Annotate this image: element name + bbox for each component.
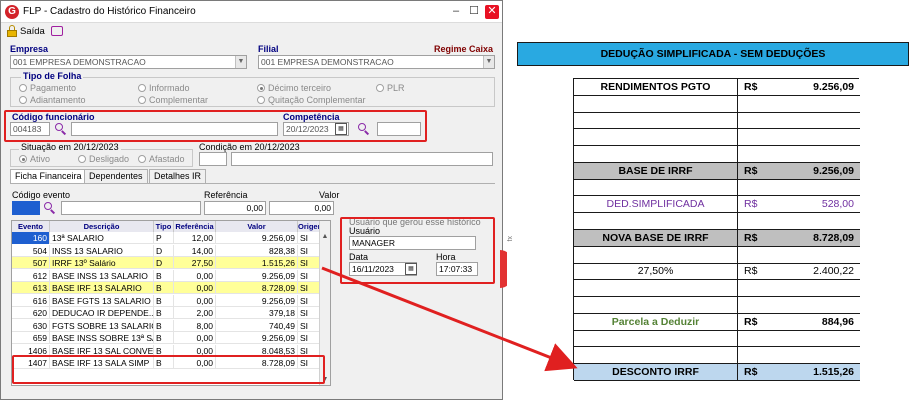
arrow-line — [321, 266, 578, 372]
annotation-arrow — [321, 266, 578, 372]
